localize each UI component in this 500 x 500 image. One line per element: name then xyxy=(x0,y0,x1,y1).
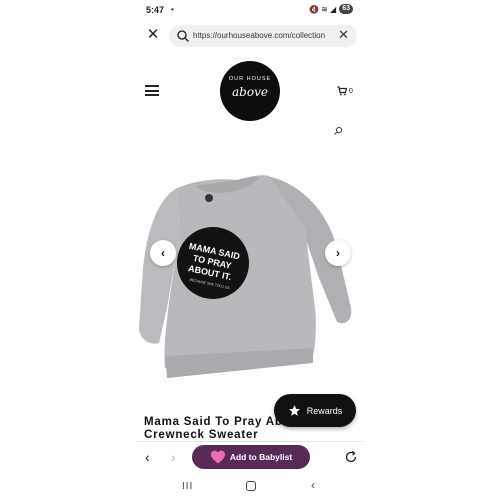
heart-icon xyxy=(210,450,225,464)
status-bar: 5:47 • 🔇 ≋ ◢ 63 xyxy=(137,0,363,20)
cart-count: 0 xyxy=(349,87,353,95)
status-time: 5:47 xyxy=(146,5,165,15)
reload-icon[interactable] xyxy=(344,450,358,464)
carousel-next-button[interactable]: › xyxy=(325,240,351,266)
sweater-image: MAMA SAID TO PRAY ABOUT IT. BECAUSE SHE … xyxy=(139,175,352,378)
browser-back-button[interactable]: ‹ xyxy=(145,449,150,465)
star-icon xyxy=(288,405,300,416)
browser-bottom-bar: ‹ › Add to Babylist xyxy=(137,441,363,473)
system-nav-bar: III ‹ xyxy=(137,474,363,500)
status-dot: • xyxy=(171,5,174,14)
rewards-label: Rewards xyxy=(306,405,343,416)
home-button[interactable] xyxy=(246,481,256,491)
add-to-babylist-button[interactable]: Add to Babylist xyxy=(192,445,310,469)
rewards-button[interactable]: Rewards xyxy=(274,394,356,427)
cart-icon xyxy=(337,86,347,96)
babylist-label: Add to Babylist xyxy=(229,452,293,462)
battery-icon: 63 xyxy=(339,4,353,14)
cart-button[interactable]: 0 xyxy=(337,86,353,96)
logo-top-text: OUR HOUSE xyxy=(228,76,272,82)
close-icon[interactable]: ✕ xyxy=(145,27,161,43)
url-text[interactable]: https://ourhouseabove.com/collection xyxy=(193,31,331,40)
search-icon xyxy=(177,30,190,43)
hamburger-menu-icon[interactable] xyxy=(145,85,159,96)
logo-script-text: above xyxy=(232,85,268,99)
site-header: OUR HOUSE above 0 xyxy=(137,56,363,126)
recent-apps-button[interactable]: III xyxy=(182,481,193,492)
browser-forward-button[interactable]: › xyxy=(171,449,176,465)
product-image-carousel[interactable]: MAMA SAID TO PRAY ABOUT IT. BECAUSE SHE … xyxy=(137,158,363,398)
search-icon[interactable] xyxy=(333,126,343,136)
browser-url-bar: ✕ https://ourhouseabove.com/collection ✕ xyxy=(137,22,363,50)
status-icons: 🔇 ≋ ◢ 63 xyxy=(309,4,353,14)
phone-screen: 5:47 • 🔇 ≋ ◢ 63 ✕ https://ourhouseabove.… xyxy=(137,0,363,500)
url-field[interactable]: https://ourhouseabove.com/collection ✕ xyxy=(169,25,357,47)
status-system-icons: 🔇 ≋ ◢ xyxy=(308,4,337,14)
clear-icon[interactable]: ✕ xyxy=(338,27,349,43)
system-back-button[interactable]: ‹ xyxy=(311,478,315,492)
carousel-prev-button[interactable]: ‹ xyxy=(150,240,176,266)
site-logo[interactable]: OUR HOUSE above xyxy=(220,61,280,121)
